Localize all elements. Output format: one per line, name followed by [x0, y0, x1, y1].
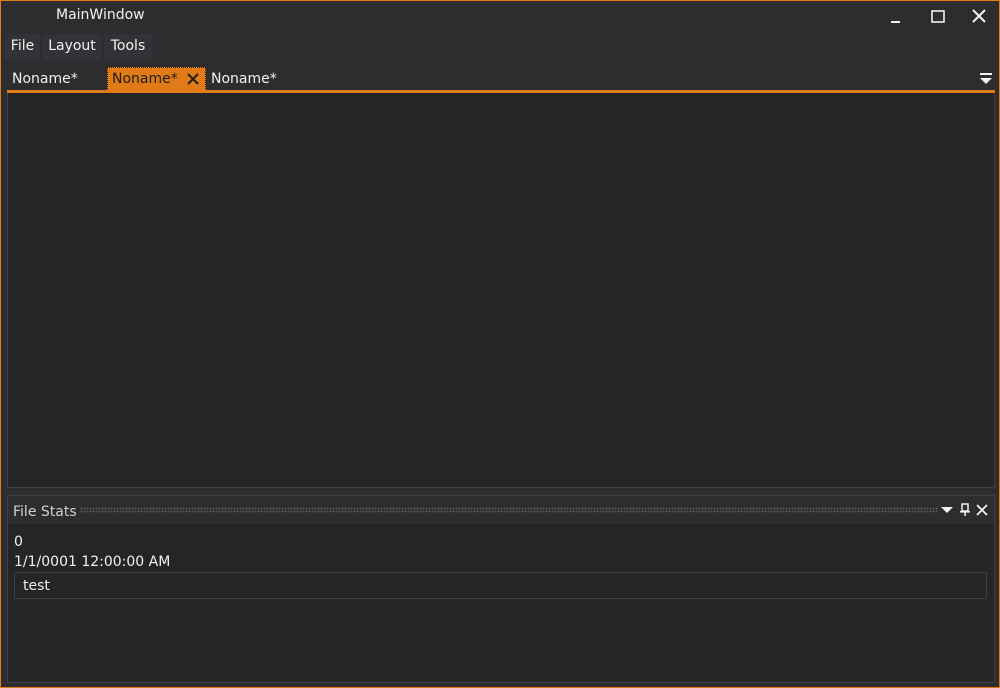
menu-layout[interactable]: Layout — [43, 34, 101, 60]
main-window: MainWindow File Layout Tools Noname* Non… — [0, 0, 1000, 688]
title-bar[interactable]: MainWindow — [1, 1, 999, 33]
close-button[interactable] — [959, 1, 999, 31]
chevron-down-icon[interactable] — [940, 503, 954, 517]
menu-tools[interactable]: Tools — [104, 34, 152, 60]
panel-drag-grip[interactable] — [80, 507, 938, 513]
minimize-button[interactable] — [876, 1, 916, 31]
tab-close-icon[interactable] — [186, 72, 200, 86]
file-count-text: 0 — [14, 534, 23, 550]
maximize-button[interactable] — [918, 1, 958, 31]
pin-icon[interactable] — [958, 503, 972, 517]
document-tab-active[interactable]: Noname* — [107, 67, 206, 91]
tab-label: Noname* — [112, 71, 178, 87]
document-tab[interactable]: Noname* — [206, 67, 304, 91]
tab-label: Noname* — [211, 71, 277, 87]
tab-label: Noname* — [12, 71, 78, 87]
close-icon[interactable] — [975, 503, 989, 517]
tab-overflow-icon[interactable] — [979, 72, 993, 86]
document-tab[interactable]: Noname* — [7, 67, 105, 91]
minimize-icon — [891, 21, 900, 23]
close-icon — [972, 9, 986, 23]
file-date-text: 1/1/0001 12:00:00 AM — [14, 554, 171, 570]
maximize-icon — [931, 10, 945, 23]
document-content-area[interactable] — [7, 93, 995, 488]
panel-title: File Stats — [13, 504, 77, 520]
window-title: MainWindow — [56, 7, 145, 23]
text-value-field[interactable]: test — [14, 572, 987, 599]
file-stats-panel: File Stats 0 1/1/0001 12:00:00 AM test — [7, 495, 995, 683]
menu-file[interactable]: File — [5, 34, 40, 60]
document-tab-strip: Noname* Noname* Noname* — [7, 65, 995, 92]
panel-header[interactable]: File Stats — [8, 496, 994, 524]
